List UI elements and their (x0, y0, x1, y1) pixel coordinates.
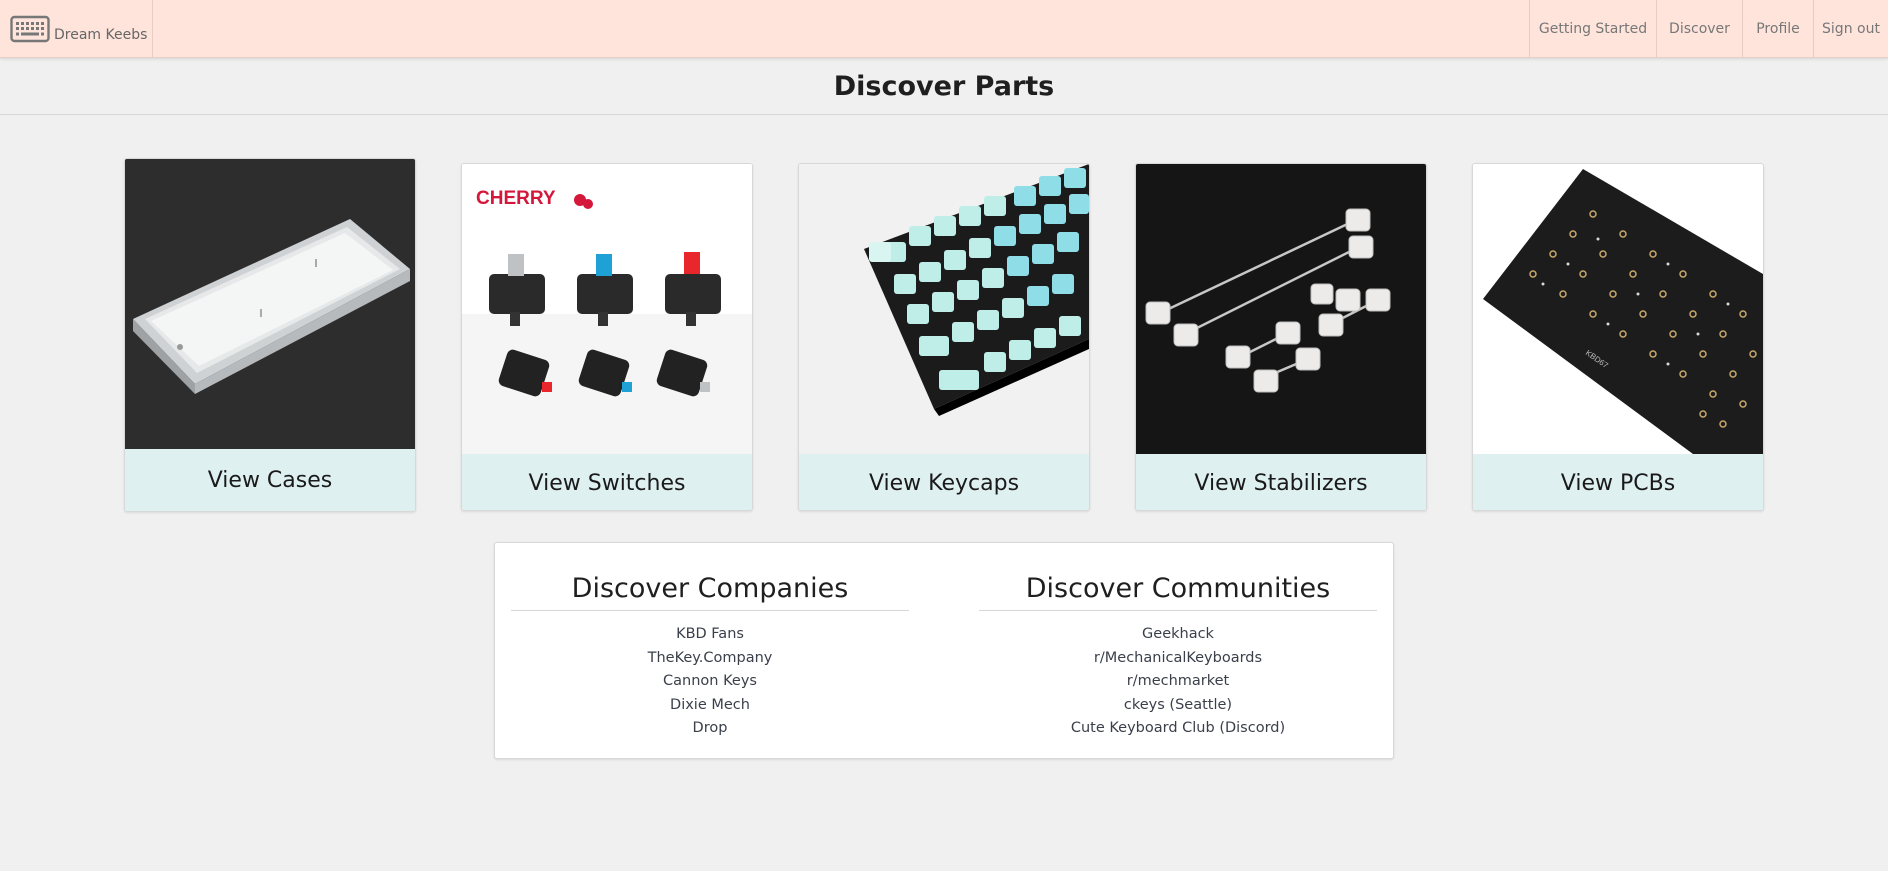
view-stabilizers-label: View Stabilizers (1136, 454, 1426, 510)
community-link[interactable]: r/mechmarket (979, 670, 1377, 694)
nav-menu: Getting Started Discover Profile Sign ou… (1529, 0, 1888, 58)
company-link[interactable]: TheKey.Company (511, 647, 909, 671)
community-link[interactable]: r/MechanicalKeyboards (979, 647, 1377, 671)
company-link[interactable]: Drop (511, 717, 909, 741)
card-keycaps[interactable]: View Keycaps (798, 163, 1090, 511)
company-link[interactable]: KBD Fans (511, 623, 909, 647)
card-stabilizers[interactable]: View Stabilizers (1135, 163, 1427, 511)
view-keycaps-label: View Keycaps (799, 454, 1089, 510)
cherry-switches-image: CHERRY (462, 164, 752, 454)
company-link[interactable]: Cannon Keys (511, 670, 909, 694)
nav-profile[interactable]: Profile (1742, 0, 1813, 58)
card-cases[interactable]: View Cases (124, 158, 416, 512)
communities-section: Discover Communities Geekhack r/Mechanic… (979, 573, 1377, 741)
communities-title: Discover Communities (979, 573, 1377, 611)
nav-discover[interactable]: Discover (1656, 0, 1742, 58)
top-navbar: Dream Keebs Getting Started Discover Pro… (0, 0, 1888, 58)
keyboard-icon (10, 15, 50, 43)
page-title: Discover Parts (833, 70, 1055, 102)
pcb-image: KBD67 (1473, 164, 1763, 454)
view-cases-label: View Cases (125, 449, 415, 511)
card-switches[interactable]: CHERRY View Switches (461, 163, 753, 511)
community-link[interactable]: Geekhack (979, 623, 1377, 647)
aluminum-case-image (125, 159, 415, 449)
stabilizers-image (1136, 164, 1426, 454)
keycaps-image (799, 164, 1089, 454)
view-pcbs-label: View PCBs (1473, 454, 1763, 510)
company-link[interactable]: Dixie Mech (511, 694, 909, 718)
nav-sign-out[interactable]: Sign out (1813, 0, 1888, 58)
community-link[interactable]: ckeys (Seattle) (979, 694, 1377, 718)
page-header: Discover Parts (0, 58, 1888, 115)
companies-section: Discover Companies KBD Fans TheKey.Compa… (511, 573, 909, 741)
view-switches-label: View Switches (462, 454, 752, 510)
brand-name: Dream Keebs (54, 27, 148, 43)
community-link[interactable]: Cute Keyboard Club (Discord) (979, 717, 1377, 741)
companies-title: Discover Companies (511, 573, 909, 611)
cherry-brand-text: CHERRY (476, 188, 556, 209)
nav-getting-started[interactable]: Getting Started (1529, 0, 1656, 58)
brand-link[interactable]: Dream Keebs (0, 0, 153, 58)
card-pcbs[interactable]: KBD67 View PCBs (1472, 163, 1764, 511)
discover-panel: Discover Companies KBD Fans TheKey.Compa… (494, 542, 1394, 759)
